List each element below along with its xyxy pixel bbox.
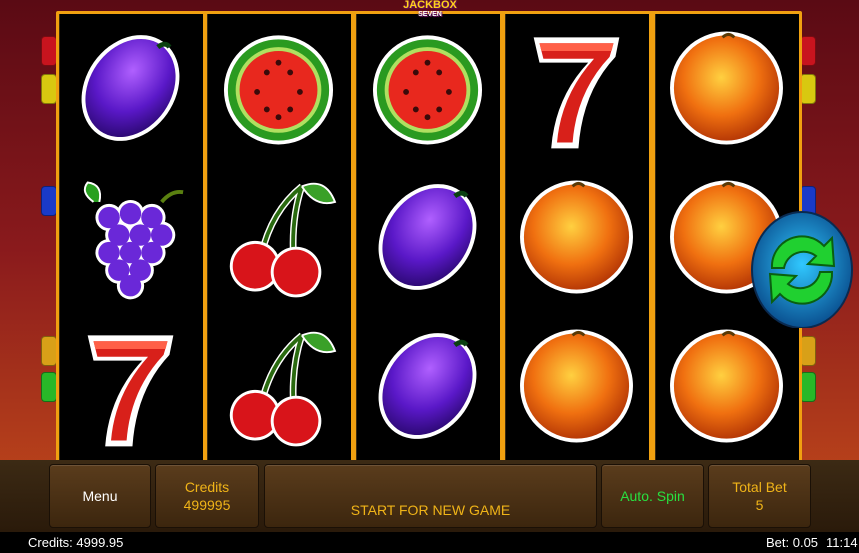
- left-payline-markers: [0, 14, 57, 459]
- plum-icon: [59, 14, 202, 162]
- watermelon-icon: [356, 14, 499, 162]
- plum-icon: [356, 163, 499, 311]
- autospin-label: Auto. Spin: [620, 488, 685, 504]
- payline-marker: [41, 336, 57, 366]
- status-credits: Credits: 4999.95: [28, 535, 124, 550]
- totalbet-button[interactable]: Total Bet 5: [708, 464, 811, 528]
- spin-button[interactable]: [750, 210, 854, 329]
- payline-marker: [800, 36, 816, 66]
- watermelon-icon: [207, 14, 350, 162]
- payline-marker: [41, 186, 57, 216]
- status-time: 11:14: [826, 535, 858, 550]
- logo-line2: SEVEN: [418, 11, 442, 18]
- status-bar: Credits: 4999.95 Bet: 0.05 11:14: [0, 532, 859, 553]
- refresh-icon: [751, 211, 853, 329]
- totalbet-label: Total Bet: [732, 479, 787, 495]
- orange-icon: [655, 14, 798, 162]
- totalbet-value: 5: [755, 497, 764, 513]
- logo-line1: JACKBOX: [403, 0, 457, 11]
- credits-value: 499995: [183, 497, 231, 513]
- orange-icon: [505, 163, 648, 311]
- payline-marker: [800, 336, 816, 366]
- plum-icon: [356, 312, 499, 460]
- payline-marker: [800, 372, 816, 402]
- start-button[interactable]: START FOR NEW GAME: [264, 464, 597, 528]
- orange-icon: [655, 312, 798, 460]
- credits-display: Credits 499995: [155, 464, 259, 528]
- payline-marker: [800, 74, 816, 104]
- payline-marker: [41, 36, 57, 66]
- payline-marker: [41, 372, 57, 402]
- menu-label: Menu: [82, 488, 118, 504]
- control-bar: Menu Credits 499995 START FOR NEW GAME A…: [0, 460, 859, 532]
- credits-label: Credits: [184, 479, 230, 495]
- cherries-icon: [207, 163, 350, 311]
- menu-button[interactable]: Menu: [49, 464, 151, 528]
- start-label: START FOR NEW GAME: [350, 502, 511, 518]
- seven-icon: [505, 14, 648, 162]
- autospin-button[interactable]: Auto. Spin: [601, 464, 704, 528]
- payline-marker: [41, 74, 57, 104]
- status-bet: Bet: 0.05: [766, 535, 819, 550]
- game-logo: JACKBOX SEVEN: [385, 0, 475, 20]
- orange-icon: [505, 312, 648, 460]
- cherries-icon: [207, 312, 350, 460]
- seven-icon: [59, 312, 202, 460]
- grapes-icon: [59, 163, 202, 311]
